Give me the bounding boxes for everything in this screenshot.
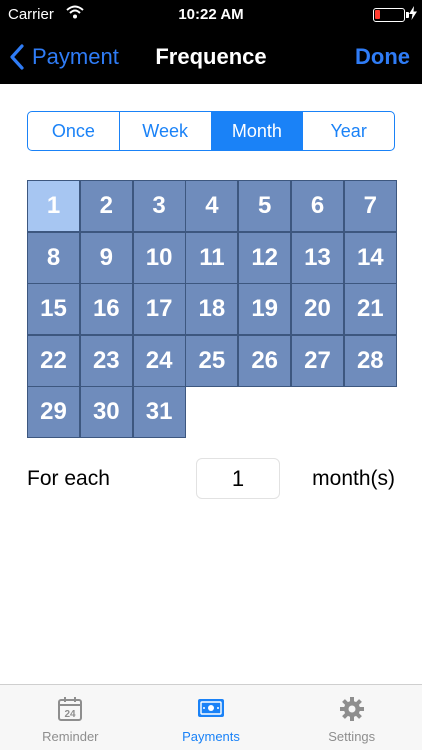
day-cell-28[interactable]: 28 [343, 334, 397, 387]
day-cell-1[interactable]: 1 [27, 180, 80, 232]
day-cell-18[interactable]: 18 [185, 283, 239, 336]
day-cell-9[interactable]: 9 [79, 231, 133, 284]
calendar-icon: 24 [58, 697, 83, 721]
day-cell-17[interactable]: 17 [132, 283, 186, 336]
day-cell-19[interactable]: 19 [238, 283, 292, 336]
tab-reminder-label: Reminder [42, 729, 99, 744]
day-cell-4[interactable]: 4 [185, 180, 239, 232]
day-cell-8[interactable]: 8 [27, 231, 80, 284]
interval-unit-label: month(s) [312, 467, 395, 490]
day-cell-6[interactable]: 6 [291, 180, 344, 232]
segment-week[interactable]: Week [120, 112, 212, 150]
segment-month[interactable]: Month [211, 112, 304, 150]
day-cell-27[interactable]: 27 [291, 334, 344, 387]
day-cell-13[interactable]: 13 [291, 231, 344, 284]
day-cell-2[interactable]: 2 [79, 180, 133, 232]
gear-icon [339, 697, 364, 721]
day-cell-25[interactable]: 25 [185, 334, 239, 387]
payment-card-icon [198, 699, 224, 717]
day-cell-16[interactable]: 16 [79, 283, 133, 336]
day-cell-21[interactable]: 21 [343, 283, 397, 336]
day-cell-22[interactable]: 22 [27, 334, 80, 387]
day-cell-7[interactable]: 7 [343, 180, 397, 232]
battery-icon [373, 8, 405, 22]
status-bar: Carrier 10:22 AM [0, 0, 422, 30]
tab-settings-label: Settings [328, 729, 376, 744]
segment-year[interactable]: Year [303, 112, 394, 150]
day-cell-23[interactable]: 23 [79, 334, 133, 387]
day-cell-15[interactable]: 15 [27, 283, 80, 336]
day-cell-11[interactable]: 11 [185, 231, 239, 284]
for-each-label: For each [27, 467, 110, 490]
day-cell-10[interactable]: 10 [132, 231, 186, 284]
calendar-icon-day: 24 [65, 709, 77, 720]
tab-settings[interactable]: Settings [281, 685, 422, 750]
day-of-month-grid: 1 2 3 4 5 6 7 8 9 10 11 12 13 14 15 16 17 18 19 20 21 22 23 24 2… [27, 180, 397, 439]
day-cell-31[interactable]: 31 [132, 386, 186, 439]
charging-bolt-icon [409, 6, 417, 25]
day-cell-5[interactable]: 5 [238, 180, 292, 232]
status-clock: 10:22 AM [178, 6, 244, 23]
chevron-left-icon [10, 44, 24, 70]
interval-input[interactable] [196, 458, 280, 499]
tab-reminder[interactable]: 24 Reminder [0, 685, 141, 750]
day-cell-3[interactable]: 3 [132, 180, 186, 232]
done-button[interactable]: Done [355, 44, 410, 70]
day-cell-14[interactable]: 14 [343, 231, 397, 284]
day-cell-24[interactable]: 24 [132, 334, 186, 387]
day-cell-12[interactable]: 12 [238, 231, 292, 284]
navigation-bar: Payment Frequence Done [0, 30, 422, 84]
day-cell-20[interactable]: 20 [291, 283, 344, 336]
segment-once[interactable]: Once [28, 112, 120, 150]
back-button-label: Payment [32, 44, 119, 69]
tab-payments-label: Payments [182, 729, 240, 744]
frequency-segmented-control: Once Week Month Year [27, 111, 395, 151]
tab-bar: 24 Reminder Payments Settings [0, 684, 422, 750]
tab-payments[interactable]: Payments [141, 685, 282, 750]
back-button[interactable]: Payment [10, 42, 119, 72]
day-cell-29[interactable]: 29 [27, 386, 80, 439]
day-cell-30[interactable]: 30 [79, 386, 133, 439]
day-cell-26[interactable]: 26 [238, 334, 292, 387]
